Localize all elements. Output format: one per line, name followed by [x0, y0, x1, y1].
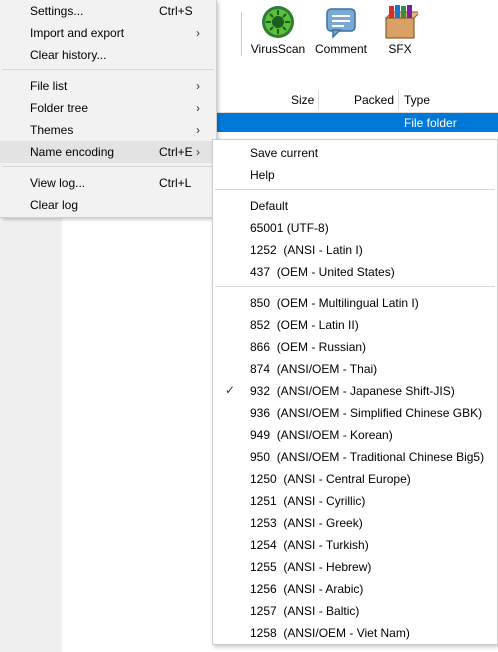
- menu-item-shortcut: Ctrl+L: [159, 176, 192, 190]
- encoding-item-label: 1258 (ANSI/OEM - Viet Nam): [250, 626, 410, 640]
- encoding-item-label: 1256 (ANSI - Arabic): [250, 582, 364, 596]
- encoding-item-label: 1250 (ANSI - Central Europe): [250, 472, 411, 486]
- encoding-item-label: 866 (OEM - Russian): [250, 340, 367, 354]
- context-menu: Settings... Ctrl+S Import and export › Clear…: [0, 0, 217, 218]
- encoding-item-label: Help: [250, 168, 275, 182]
- virus-scan-icon: [260, 4, 296, 40]
- column-header-type[interactable]: Type: [404, 93, 430, 107]
- encoding-item-950-ansi-oem-traditional-chinese-big5[interactable]: 950 (ANSI/OEM - Traditional Chinese Big5…: [213, 446, 497, 468]
- encoding-item-label: 936 (ANSI/OEM - Simplified Chinese GBK): [250, 406, 483, 420]
- menu-item-file-list[interactable]: File list ›: [0, 75, 216, 97]
- menu-item-shortcut: Ctrl+E: [159, 145, 193, 159]
- encoding-item-1254-ansi-turkish[interactable]: 1254 (ANSI - Turkish): [213, 534, 497, 556]
- menu-separator: [215, 189, 495, 190]
- encoding-item-label: 1257 (ANSI - Baltic): [250, 604, 360, 618]
- encoding-item-label: 1252 (ANSI - Latin I): [250, 243, 363, 257]
- encoding-item-label: 1254 (ANSI - Turkish): [250, 538, 369, 552]
- menu-item-settings[interactable]: Settings... Ctrl+S: [0, 0, 216, 22]
- encoding-item-1253-ansi-greek[interactable]: 1253 (ANSI - Greek): [213, 512, 497, 534]
- chevron-right-icon: ›: [196, 26, 200, 40]
- encoding-item-label: Save current: [250, 146, 319, 160]
- menu-item-label: Folder tree: [30, 101, 89, 115]
- encoding-item-1258-ansi-oem-viet-nam[interactable]: 1258 (ANSI/OEM - Viet Nam): [213, 622, 497, 644]
- encoding-item-label: 949 (ANSI/OEM - Korean): [250, 428, 393, 442]
- menu-item-label: Clear history...: [30, 48, 107, 62]
- encoding-item-850-oem-multilingual-latin-i[interactable]: 850 (OEM - Multilingual Latin I): [213, 292, 497, 314]
- menu-item-label: Settings...: [30, 4, 84, 18]
- menu-separator: [215, 286, 495, 287]
- menu-item-label: File list: [30, 79, 68, 93]
- column-divider[interactable]: [318, 90, 319, 110]
- menu-item-label: Import and export: [30, 26, 125, 40]
- encoding-item-label: 1255 (ANSI - Hebrew): [250, 560, 372, 574]
- encoding-item-936-ansi-oem-simplified-chinese-gbk[interactable]: 936 (ANSI/OEM - Simplified Chinese GBK): [213, 402, 497, 424]
- encoding-item-save-current[interactable]: Save current: [213, 142, 497, 164]
- sfx-button[interactable]: SFX: [375, 4, 425, 56]
- menu-item-label: Name encoding: [30, 145, 115, 159]
- encoding-item-65001-utf-8[interactable]: 65001 (UTF-8): [213, 217, 497, 239]
- virusscan-button[interactable]: VirusScan: [249, 4, 307, 56]
- menu-separator: [2, 69, 214, 70]
- chevron-right-icon: ›: [196, 145, 200, 159]
- encoding-item-866-oem-russian[interactable]: 866 (OEM - Russian): [213, 336, 497, 358]
- encoding-item-1250-ansi-central-europe[interactable]: 1250 (ANSI - Central Europe): [213, 468, 497, 490]
- menu-item-themes[interactable]: Themes ›: [0, 119, 216, 141]
- checkmark-icon: ✓: [225, 383, 236, 397]
- encoding-item-1256-ansi-arabic[interactable]: 1256 (ANSI - Arabic): [213, 578, 497, 600]
- encoding-item-label: 950 (ANSI/OEM - Traditional Chinese Big5…: [250, 450, 485, 464]
- encoding-item-874-ansi-oem-thai[interactable]: 874 (ANSI/OEM - Thai): [213, 358, 497, 380]
- sfx-label: SFX: [388, 42, 412, 56]
- encoding-item-label: 852 (OEM - Latin II): [250, 318, 359, 332]
- column-header-size[interactable]: Size: [291, 93, 314, 107]
- toolbar-separator: [241, 12, 242, 56]
- chevron-right-icon: ›: [196, 101, 200, 115]
- encoding-item-1252-ansi-latin-i[interactable]: 1252 (ANSI - Latin I): [213, 239, 497, 261]
- menu-item-shortcut: Ctrl+S: [159, 4, 193, 18]
- name-encoding-submenu: Save current Help Default 65001 (UTF-8) 1252…: [212, 139, 498, 645]
- row-type: File folder: [404, 116, 457, 130]
- menu-separator: [2, 166, 214, 167]
- comment-icon: [323, 4, 359, 40]
- menu-item-name-encoding[interactable]: Name encoding Ctrl+E ›: [0, 141, 216, 163]
- encoding-item-1251-ansi-cyrillic[interactable]: 1251 (ANSI - Cyrillic): [213, 490, 497, 512]
- encoding-item-label: 850 (OEM - Multilingual Latin I): [250, 296, 419, 310]
- encoding-item-default[interactable]: Default: [213, 195, 497, 217]
- encoding-item-label: 932 (ANSI/OEM - Japanese Shift-JIS): [250, 384, 455, 398]
- comment-label: Comment: [314, 42, 367, 56]
- encoding-item-label: 1251 (ANSI - Cyrillic): [250, 494, 366, 508]
- encoding-item-label: 437 (OEM - United States): [250, 265, 395, 279]
- menu-item-import-and-export[interactable]: Import and export ›: [0, 22, 216, 44]
- chevron-right-icon: ›: [196, 123, 200, 137]
- encoding-item-949-ansi-oem-korean[interactable]: 949 (ANSI/OEM - Korean): [213, 424, 497, 446]
- menu-item-label: Clear log: [30, 198, 79, 212]
- encoding-item-1255-ansi-hebrew[interactable]: 1255 (ANSI - Hebrew): [213, 556, 497, 578]
- menu-item-folder-tree[interactable]: Folder tree ›: [0, 97, 216, 119]
- encoding-item-label: 1253 (ANSI - Greek): [250, 516, 363, 530]
- chevron-right-icon: ›: [196, 79, 200, 93]
- menu-item-clear-history[interactable]: Clear history...: [0, 44, 216, 66]
- encoding-item-label: Default: [250, 199, 289, 213]
- column-header-packed[interactable]: Packed: [354, 93, 394, 107]
- encoding-item-label: 65001 (UTF-8): [250, 221, 329, 235]
- menu-item-view-log[interactable]: View log... Ctrl+L: [0, 172, 216, 194]
- virusscan-label: VirusScan: [250, 42, 306, 56]
- encoding-item-852-oem-latin-ii[interactable]: 852 (OEM - Latin II): [213, 314, 497, 336]
- sfx-icon: [382, 4, 422, 40]
- column-divider[interactable]: [398, 90, 399, 110]
- encoding-item-1257-ansi-baltic[interactable]: 1257 (ANSI - Baltic): [213, 600, 497, 622]
- encoding-item-label: 874 (ANSI/OEM - Thai): [250, 362, 378, 376]
- menu-item-clear-log[interactable]: Clear log: [0, 194, 216, 216]
- comment-button[interactable]: Comment: [312, 4, 370, 56]
- menu-item-label: View log...: [30, 176, 86, 190]
- encoding-item-932-ansi-oem-japanese-shift-jis[interactable]: ✓ 932 (ANSI/OEM - Japanese Shift-JIS): [213, 380, 497, 402]
- menu-item-label: Themes: [30, 123, 74, 137]
- encoding-item-help[interactable]: Help: [213, 164, 497, 186]
- file-list-row-selected[interactable]: File folder: [216, 113, 498, 132]
- encoding-item-437-oem-united-states[interactable]: 437 (OEM - United States): [213, 261, 497, 283]
